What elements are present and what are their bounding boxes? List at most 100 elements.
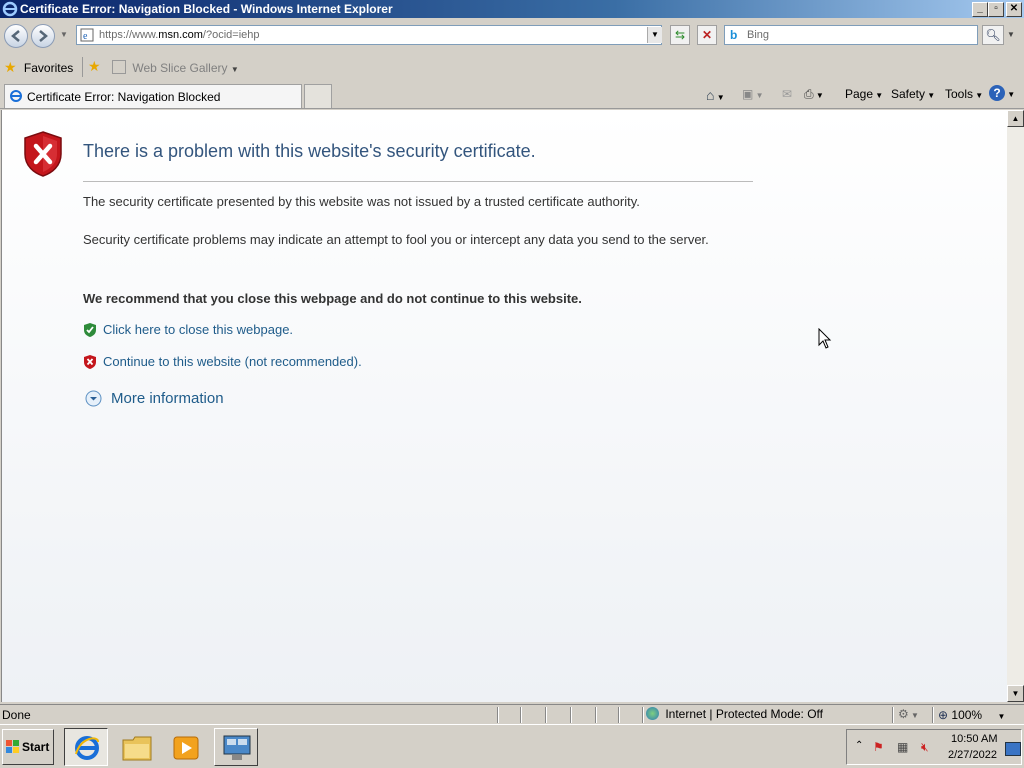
red-shield-icon <box>84 355 96 369</box>
taskbar-media-player[interactable] <box>164 728 208 766</box>
tab-label: Certificate Error: Navigation Blocked <box>27 90 221 104</box>
rss-icon: ▣ <box>742 87 754 101</box>
refresh-button[interactable]: ⇆ <box>670 25 690 45</box>
status-bar: Done Internet | Protected Mode: Off ⚙ ▼ … <box>0 704 1024 724</box>
maximize-button[interactable]: ▫ <box>988 2 1004 17</box>
recommendation-text: We recommend that you close this webpage… <box>83 291 582 306</box>
address-dropdown-button[interactable]: ▼ <box>647 27 662 43</box>
continue-to-website-link[interactable]: Continue to this website (not recommende… <box>103 354 362 369</box>
security-warning-text: Security certificate problems may indica… <box>83 232 709 247</box>
refresh-icon: ⇆ <box>674 28 686 42</box>
folder-icon <box>122 736 152 761</box>
status-divider <box>932 707 934 723</box>
address-bar[interactable]: e https://www.msn.com/?ocid=iehp ▼ <box>76 25 662 45</box>
search-button[interactable]: 🔍︎ <box>982 25 1004 45</box>
volume-muted-icon[interactable]: 🔇︎ <box>921 740 929 755</box>
clock-date[interactable]: 2/27/2022 <box>948 749 997 761</box>
back-arrow-icon <box>11 30 20 42</box>
taskbar-server-manager[interactable] <box>214 728 258 766</box>
taskbar-windows-explorer[interactable] <box>115 728 159 766</box>
system-tray: ⌃ ⚑ ▦ 🔇︎ 10:50 AM 2/27/2022 <box>846 729 1022 765</box>
network-icon[interactable]: ▦ <box>897 740 908 754</box>
clock-time[interactable]: 10:50 AM <box>951 733 997 745</box>
ie-logo-icon <box>2 1 18 17</box>
windows-logo-icon <box>6 740 19 753</box>
favorites-button[interactable]: ★ Favorites <box>4 59 73 76</box>
read-mail-button[interactable]: ✉ <box>782 87 792 101</box>
show-hidden-icons-button[interactable]: ⌃ <box>855 740 863 751</box>
status-divider <box>497 707 499 723</box>
zone-text: Internet | Protected Mode: Off <box>665 707 823 721</box>
zoom-icon: ⊕ <box>938 708 949 722</box>
ie-taskbar-icon <box>75 736 99 760</box>
search-placeholder: Bing <box>747 29 770 41</box>
back-button[interactable] <box>4 24 28 48</box>
tab-certificate-error[interactable]: Certificate Error: Navigation Blocked <box>4 84 302 108</box>
page-title: There is a problem with this website's s… <box>83 141 536 161</box>
zoom-control[interactable]: ⊕ 100% ▼ <box>938 708 1005 722</box>
svg-text:e: e <box>83 31 88 42</box>
forward-arrow-icon <box>39 30 48 42</box>
show-desktop-button[interactable] <box>1005 742 1021 756</box>
web-slice-gallery-link[interactable]: Web Slice Gallery ▼ <box>112 60 239 75</box>
mouse-cursor-icon <box>818 328 832 349</box>
start-label: Start <box>22 740 50 754</box>
globe-icon <box>646 707 659 720</box>
search-options-dropdown[interactable]: ▼ <box>1007 30 1015 39</box>
ie-tab-icon <box>10 90 22 102</box>
security-zone[interactable]: Internet | Protected Mode: Off <box>646 707 823 721</box>
chevron-down-icon: ▼ <box>997 712 1006 721</box>
search-input[interactable]: b Bing <box>724 25 978 45</box>
recent-pages-dropdown[interactable]: ▼ <box>60 30 68 39</box>
page-menu-label: Page <box>845 87 874 101</box>
media-player-icon <box>173 736 199 760</box>
window-title: Certificate Error: Navigation Blocked - … <box>20 2 393 16</box>
status-divider <box>520 707 522 723</box>
help-button[interactable]: ? ▼ <box>989 85 1015 101</box>
printer-icon: ⎙ <box>804 87 814 101</box>
title-bar[interactable]: Certificate Error: Navigation Blocked - … <box>0 0 1024 18</box>
status-divider <box>595 707 597 723</box>
scroll-down-button[interactable]: ▼ <box>1007 685 1024 702</box>
expand-circle-icon[interactable] <box>85 390 102 407</box>
feeds-button[interactable]: ▣ ▼ <box>742 87 763 101</box>
more-information-link[interactable]: More information <box>111 390 224 407</box>
status-divider <box>570 707 572 723</box>
navigation-bar: ▼ e https://www.msn.com/?ocid=iehp ▼ ⇆ ✕… <box>0 18 1024 53</box>
protected-mode-button[interactable]: ⚙ ▼ <box>898 707 919 721</box>
vertical-scrollbar[interactable]: ▲ ▼ <box>1007 110 1024 702</box>
stop-button[interactable]: ✕ <box>697 25 717 45</box>
web-slice-icon <box>112 60 126 74</box>
close-webpage-link[interactable]: Click here to close this webpage. <box>103 322 293 337</box>
tools-menu-label: Tools <box>945 87 974 101</box>
minimize-button[interactable]: _ <box>972 2 988 17</box>
close-window-button[interactable]: ✕ <box>1006 2 1022 17</box>
page-icon: e <box>80 28 94 42</box>
safety-menu[interactable]: Safety ▼ <box>891 87 935 101</box>
favorites-bar: ★ Favorites ★ Web Slice Gallery ▼ <box>0 53 1024 81</box>
taskbar: Start ⌃ ⚑ ▦ 🔇︎ 10:50 AM 2/27/2022 <box>0 724 1024 768</box>
safety-menu-label: Safety <box>891 87 926 101</box>
start-button[interactable]: Start <box>2 729 54 765</box>
forward-button[interactable] <box>31 24 55 48</box>
untrusted-ca-text: The security certificate presented by th… <box>83 194 640 209</box>
status-divider <box>618 707 620 723</box>
add-favorite-star-icon: ★ <box>88 58 101 74</box>
home-button[interactable]: ⌂ ▼ <box>706 87 725 103</box>
tab-row: Certificate Error: Navigation Blocked ⌂ … <box>0 81 1024 109</box>
stop-icon: ✕ <box>701 28 713 42</box>
favorites-label: Favorites <box>23 61 74 75</box>
scroll-up-button[interactable]: ▲ <box>1007 110 1024 127</box>
taskbar-internet-explorer[interactable] <box>64 728 108 766</box>
new-tab-button[interactable] <box>304 84 332 108</box>
mail-icon: ✉ <box>782 87 793 101</box>
page-menu[interactable]: Page ▼ <box>845 87 883 101</box>
print-button[interactable]: ⎙ ▼ <box>804 87 824 102</box>
add-to-favorites-bar-button[interactable]: ★ <box>88 58 101 75</box>
tools-menu[interactable]: Tools ▼ <box>945 87 983 101</box>
action-center-flag-icon[interactable]: ⚑ <box>873 740 884 754</box>
status-text: Done <box>2 708 31 722</box>
error-shield-icon <box>24 131 62 177</box>
heading-divider <box>83 181 753 182</box>
chevron-down-icon: ▼ <box>230 65 239 74</box>
